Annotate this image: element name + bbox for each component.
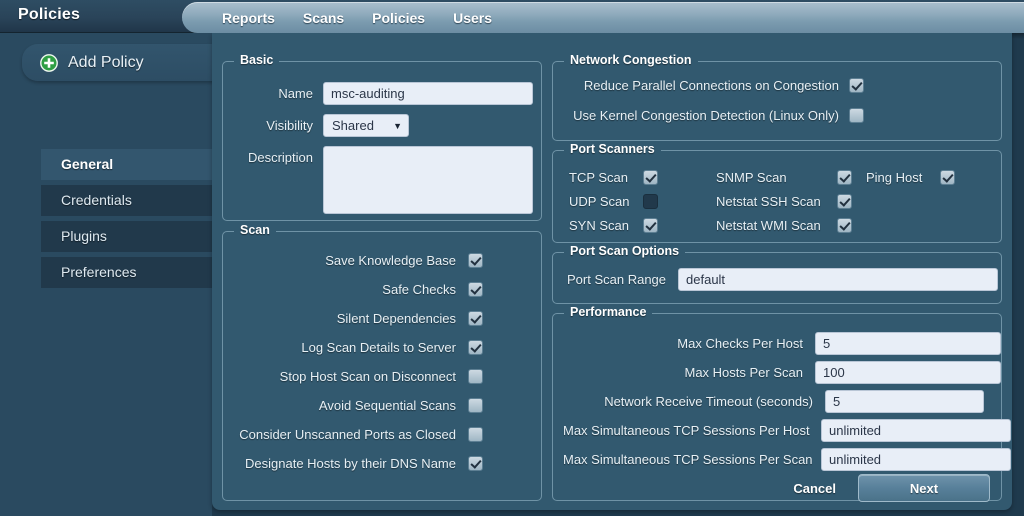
top-bar: Policies Reports Scans Policies Users (0, 0, 1024, 33)
port-scanners-col-3: Ping Host (866, 165, 955, 189)
congestion-option-label: Reduce Parallel Connections on Congestio… (583, 78, 839, 93)
snmp-scan-checkbox[interactable] (837, 169, 852, 185)
nav-item-users[interactable]: Users (439, 10, 506, 26)
scan-option-row: Log Scan Details to Server (223, 333, 541, 362)
sidebar-item-plugins[interactable]: Plugins (41, 221, 213, 252)
scan-option-row: Stop Host Scan on Disconnect (223, 362, 541, 391)
port-scanner-label: UDP Scan (569, 193, 630, 209)
nav-item-reports[interactable]: Reports (208, 10, 289, 26)
max-simultaneous-tcp-sessions-per-host-input[interactable] (821, 419, 1011, 442)
max-checks-per-host-input[interactable] (815, 332, 1001, 355)
scan-legend: Scan (234, 223, 276, 237)
syn-scan-checkbox[interactable] (643, 217, 658, 233)
nav-item-scans[interactable]: Scans (289, 10, 358, 26)
reduce-parallel-connections-checkbox[interactable] (849, 78, 864, 93)
main-nav: Reports Scans Policies Users (182, 2, 1024, 33)
scan-option-row: Avoid Sequential Scans (223, 391, 541, 420)
consider-unscanned-ports-as-closed-checkbox[interactable] (468, 427, 483, 442)
network-receive-timeout-input[interactable] (825, 390, 984, 413)
port-scanner-label: TCP Scan (569, 169, 629, 185)
netstat-wmi-scan-checkbox[interactable] (837, 217, 852, 233)
ping-host-checkbox[interactable] (940, 169, 955, 185)
port-scanner-label: SNMP Scan (716, 169, 787, 185)
description-textarea[interactable] (323, 146, 533, 214)
policy-sidebar-nav: General Credentials Plugins Preferences (41, 149, 213, 293)
scan-option-label: Save Knowledge Base (325, 253, 456, 268)
plus-circle-icon (40, 53, 58, 72)
sidebar-item-general[interactable]: General (41, 149, 213, 180)
scan-fieldset: Scan Save Knowledge Base Safe Checks Sil… (222, 223, 542, 501)
congestion-option-label: Use Kernel Congestion Detection (Linux O… (573, 108, 839, 123)
port-scan-options-legend: Port Scan Options (564, 244, 686, 258)
page-title: Policies (18, 6, 81, 23)
tcp-scan-checkbox[interactable] (643, 169, 658, 185)
sidebar-item-credentials[interactable]: Credentials (41, 185, 213, 216)
use-kernel-congestion-detection-checkbox[interactable] (849, 108, 864, 123)
performance-field-label: Network Receive Timeout (seconds) (604, 394, 813, 409)
save-knowledge-base-checkbox[interactable] (468, 253, 483, 268)
scan-option-label: Safe Checks (382, 282, 456, 297)
visibility-select[interactable]: Shared ▼ (323, 114, 409, 137)
scan-options-list: Save Knowledge Base Safe Checks Silent D… (223, 246, 541, 478)
port-scan-range-label: Port Scan Range (567, 272, 667, 287)
port-scanners-legend: Port Scanners (564, 142, 661, 156)
scan-option-row: Safe Checks (223, 275, 541, 304)
performance-fieldset: Performance Max Checks Per Host Max Host… (552, 305, 1011, 501)
netstat-ssh-scan-checkbox[interactable] (837, 193, 852, 209)
max-simultaneous-tcp-sessions-per-scan-input[interactable] (821, 448, 1011, 471)
performance-field-label: Max Simultaneous TCP Sessions Per Scan (563, 452, 813, 467)
nav-item-policies[interactable]: Policies (358, 10, 439, 26)
network-congestion-fieldset: Network Congestion Reduce Parallel Conne… (552, 53, 1002, 141)
form-footer: Cancel Next (793, 474, 990, 510)
network-congestion-legend: Network Congestion (564, 53, 698, 67)
performance-field-label: Max Simultaneous TCP Sessions Per Host (563, 423, 810, 438)
next-button[interactable]: Next (858, 474, 990, 502)
visibility-value: Shared (332, 118, 374, 133)
safe-checks-checkbox[interactable] (468, 282, 483, 297)
avoid-sequential-scans-checkbox[interactable] (468, 398, 483, 413)
port-scan-range-input[interactable] (678, 268, 999, 291)
policy-form-panel: Basic Name Visibility Shared ▼ Descripti… (212, 33, 1012, 510)
port-scanners-col-1: TCP Scan UDP Scan SYN Scan (569, 165, 658, 237)
log-scan-details-to-server-checkbox[interactable] (468, 340, 483, 355)
port-scanner-label: Netstat WMI Scan (716, 217, 821, 233)
name-input[interactable] (323, 82, 533, 105)
name-label: Name (278, 86, 313, 101)
stop-host-scan-on-disconnect-checkbox[interactable] (468, 369, 483, 384)
basic-legend: Basic (234, 53, 280, 67)
chevron-down-icon: ▼ (393, 120, 402, 131)
silent-dependencies-checkbox[interactable] (468, 311, 483, 326)
scan-option-row: Designate Hosts by their DNS Name (223, 449, 541, 478)
port-scan-options-fieldset: Port Scan Options Port Scan Range (552, 244, 1002, 304)
designate-hosts-by-dns-name-checkbox[interactable] (468, 456, 483, 471)
cancel-button[interactable]: Cancel (793, 481, 836, 496)
sidebar-item-preferences[interactable]: Preferences (41, 257, 213, 288)
scan-option-label: Avoid Sequential Scans (318, 398, 456, 413)
scan-option-row: Silent Dependencies (223, 304, 541, 333)
visibility-label: Visibility (266, 118, 313, 133)
scan-option-label: Log Scan Details to Server (301, 340, 456, 355)
performance-legend: Performance (564, 305, 653, 319)
scan-option-label: Silent Dependencies (336, 311, 456, 326)
performance-field-label: Max Hosts Per Scan (684, 365, 804, 380)
description-label: Description (247, 150, 313, 165)
performance-field-label: Max Checks Per Host (677, 336, 803, 351)
scan-option-label: Stop Host Scan on Disconnect (279, 369, 456, 384)
udp-scan-checkbox[interactable] (643, 193, 658, 209)
scan-option-row: Consider Unscanned Ports as Closed (223, 420, 541, 449)
port-scanner-label: Netstat SSH Scan (716, 193, 821, 209)
scan-option-row: Save Knowledge Base (223, 246, 541, 275)
port-scanner-label: SYN Scan (569, 217, 629, 233)
basic-fieldset: Basic Name Visibility Shared ▼ Descripti… (222, 53, 542, 221)
scan-option-label: Consider Unscanned Ports as Closed (239, 427, 456, 442)
port-scanners-fieldset: Port Scanners TCP Scan UDP Scan SYN Scan… (552, 142, 1002, 243)
left-column: Add Policy General Credentials Plugins P… (0, 33, 234, 516)
scan-option-label: Designate Hosts by their DNS Name (245, 456, 456, 471)
port-scanner-label: Ping Host (866, 169, 923, 185)
max-hosts-per-scan-input[interactable] (815, 361, 1001, 384)
add-policy-header[interactable]: Add Policy (22, 44, 234, 81)
port-scanners-col-2: SNMP Scan Netstat SSH Scan Netstat WMI S… (716, 165, 852, 237)
add-policy-label: Add Policy (68, 53, 144, 71)
